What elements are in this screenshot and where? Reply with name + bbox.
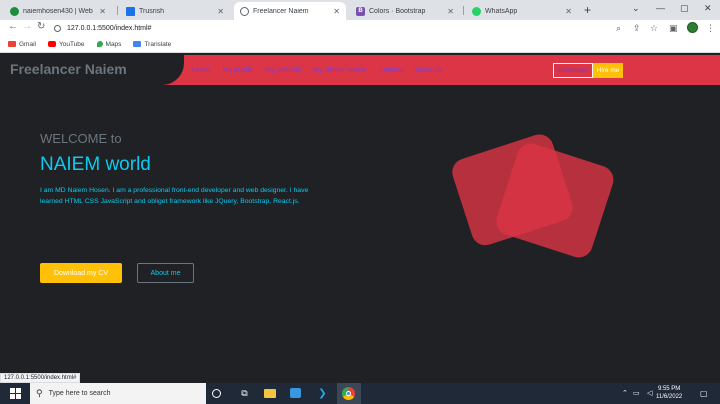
trusrish-favicon-icon [126,6,135,16]
tab-title: Trusrish [139,7,165,15]
back-icon[interactable]: ← [8,21,18,32]
tab-title: Freelancer Naiem [253,7,309,15]
show-hidden-icons-icon[interactable]: ⌃ [622,389,628,397]
hire-me-button[interactable]: Hire me [592,63,624,78]
bookmark-label: Maps [105,40,122,48]
browser-toolbar: ← → ↻ 127.0.0.1:5500/index.html# ⌕ ⇪ ☆ ▣… [0,20,720,36]
hero-graphic [440,133,620,263]
nav-my-portfolio[interactable]: My portfolio [265,67,301,74]
search-icon: ⚲ [36,388,43,398]
web-page: Freelancer Naiem Home My profile My port… [0,53,720,373]
bookmark-gmail[interactable]: Gmail [8,41,36,48]
system-clock[interactable]: 9:55 PM 11/6/2022 [656,385,682,401]
nav-my-profile[interactable]: My profile [223,67,253,74]
close-tab-icon[interactable]: ✕ [99,7,106,16]
taskbar-search[interactable]: ⚲ Type here to search [30,383,206,404]
bookmark-label: Translate [144,40,172,48]
bookmark-translate[interactable]: Translate [133,41,171,48]
site-brand[interactable]: Freelancer Naiem [10,61,127,77]
mail-app-icon[interactable] [290,388,301,398]
address-bar[interactable]: 127.0.0.1:5500/index.html# [54,21,664,35]
bookmark-label: YouTube [58,40,85,48]
header-buttons: Developer Hire me [553,63,624,78]
gmail-icon [8,41,16,47]
search-placeholder: Type here to search [48,390,111,397]
chrome-icon[interactable] [342,387,355,400]
close-window-icon[interactable]: ✕ [704,3,712,14]
download-cv-button[interactable]: Download my CV [40,263,122,283]
close-tab-icon[interactable]: ✕ [217,7,224,16]
close-tab-icon[interactable]: ✕ [333,7,340,16]
brand-area: Freelancer Naiem [0,53,184,85]
task-view-icon[interactable]: ⧉ [238,387,251,400]
start-button[interactable] [0,383,30,404]
forward-icon[interactable]: → [22,21,32,32]
status-bubble: 127.0.0.1:5500/index.html# [0,373,81,383]
tab-freelancer-naiem[interactable]: Freelancer Naiem ✕ [234,2,346,20]
address-text: 127.0.0.1:5500/index.html# [67,24,152,32]
hero-intro: I am MD Naiem Hosen. I am a professional… [40,187,309,205]
notifications-icon[interactable]: ▢ [700,389,708,398]
clock-date: 11/6/2022 [656,394,683,400]
maps-icon [96,41,103,47]
nav-clients-review[interactable]: My clients review [313,67,366,74]
tab-strip: naiemhosen430 | Web Progr ✕ Trusrish ✕ F… [0,0,720,20]
tab-github[interactable]: naiemhosen430 | Web Progr ✕ [4,2,112,20]
bootstrap-favicon-icon: B [356,6,365,16]
share-icon[interactable]: ⇪ [633,23,641,34]
close-tab-icon[interactable]: ✕ [565,7,572,16]
hero-headline: NAIEM world [40,154,151,175]
globe-icon [240,6,249,16]
about-me-button[interactable]: About me [137,263,194,283]
site-nav-links: Home My profile My portfolio My clients … [192,67,442,74]
tab-bootstrap[interactable]: B Colors · Bootstrap ✕ [350,2,460,20]
minimize-icon[interactable]: — [656,3,665,13]
file-explorer-icon[interactable] [264,389,276,398]
menu-icon[interactable]: ⋮ [706,23,715,34]
youtube-icon [47,41,56,47]
whatsapp-favicon-icon [472,6,481,16]
network-icon[interactable]: ▭ [633,389,640,397]
nav-contact[interactable]: Contact [379,67,403,74]
bookmark-star-icon[interactable]: ☆ [650,23,658,34]
tab-title: WhatsApp [485,7,518,15]
windows-taskbar: ⚲ Type here to search ⧉ ❯ ⌃ ▭ ◁ 9:55 PM … [0,383,720,404]
zoom-icon[interactable]: ⌕ [616,23,621,34]
tab-title: Colors · Bootstrap [369,7,426,15]
new-tab-button[interactable]: + [584,3,591,17]
volume-icon[interactable]: ◁ [647,389,652,397]
developer-button[interactable]: Developer [553,63,593,78]
side-panel-icon[interactable]: ▣ [669,23,678,34]
welcome-text: WELCOME to [40,131,122,146]
maximize-icon[interactable]: ▢ [680,3,689,14]
vscode-icon[interactable]: ❯ [316,387,329,400]
profile-avatar[interactable] [687,22,698,33]
cortana-icon[interactable] [212,389,221,398]
tab-search-icon[interactable]: ⌄ [632,3,640,14]
tab-trusrish[interactable]: Trusrish ✕ [120,2,230,20]
bookmark-youtube[interactable]: YouTube [47,40,85,48]
windows-icon [9,388,21,399]
clock-time: 9:55 PM [657,386,681,392]
bookmark-label: Gmail [19,40,36,48]
site-info-icon[interactable] [54,24,61,32]
reload-icon[interactable]: ↻ [37,21,45,32]
github-favicon-icon [10,6,19,16]
tab-whatsapp[interactable]: WhatsApp ✕ [466,2,578,20]
tab-title: naiemhosen430 | Web Progr [23,7,95,15]
bookmarks-bar: Gmail YouTube Maps Translate [0,36,720,53]
bookmark-maps[interactable]: Maps [96,40,122,48]
translate-icon [133,41,142,47]
nav-home[interactable]: Home [192,67,211,74]
close-tab-icon[interactable]: ✕ [447,7,454,16]
nav-about-us[interactable]: About us [415,67,443,74]
